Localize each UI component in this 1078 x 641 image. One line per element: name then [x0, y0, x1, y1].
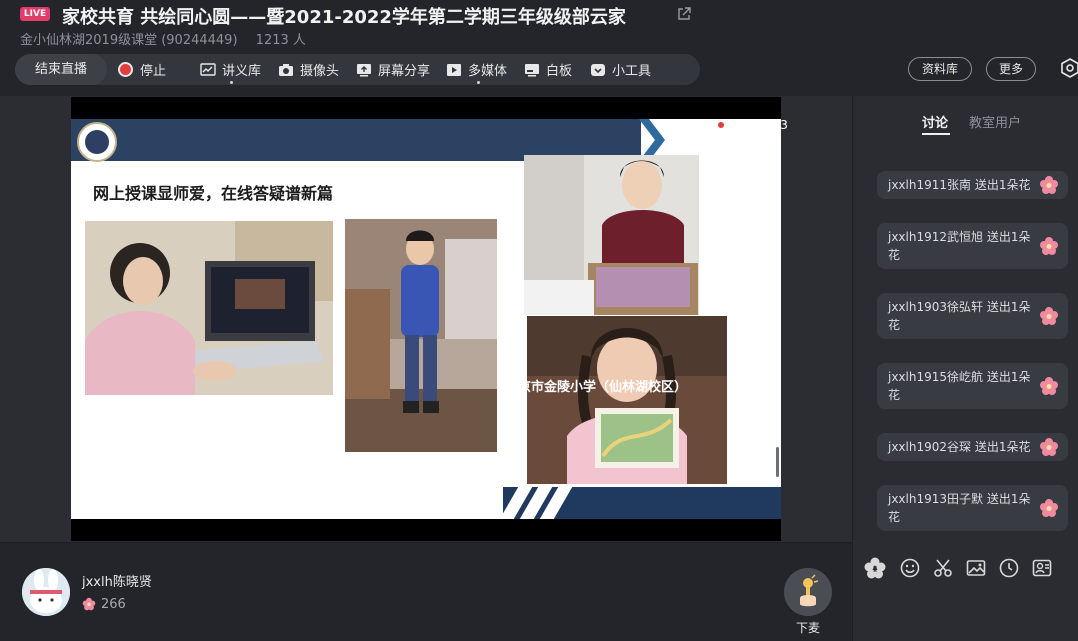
camera-label: 摄像头: [300, 64, 340, 79]
whiteboard-button[interactable]: 白板: [524, 54, 572, 85]
flower-icon: [1040, 438, 1058, 456]
school-logo: [77, 122, 117, 162]
tools-button[interactable]: 小工具: [590, 54, 651, 85]
photo-boy-standing: [345, 219, 497, 452]
flower-count: 266: [101, 597, 126, 612]
handout-button[interactable]: 讲义库: [200, 54, 261, 85]
classroom-info: 金小仙林湖2019级课堂 (90244449) 1213 人: [20, 29, 320, 48]
chat-message-text: jxxlh1915徐屹航 送出1朵花: [888, 370, 1031, 402]
presenter-bar: [0, 542, 852, 641]
tools-label: 小工具: [612, 64, 652, 79]
chat-message: jxxlh1902谷琛 送出1朵花: [877, 433, 1068, 461]
video-side-handle[interactable]: [776, 447, 779, 477]
multimedia-indicator: [477, 81, 480, 84]
multimedia-label: 多媒体: [468, 64, 508, 79]
avatar: [22, 568, 70, 616]
multimedia-button[interactable]: 多媒体: [446, 54, 507, 85]
chat-toolbar: 1: [864, 557, 1064, 579]
screen-share-button[interactable]: 屏幕分享: [356, 54, 430, 85]
svg-text:1: 1: [873, 565, 878, 574]
scissors-icon[interactable]: [932, 557, 954, 579]
leave-mic-button[interactable]: [784, 568, 832, 616]
screen-share-label: 屏幕分享: [378, 64, 431, 79]
presenter-name: jxxlh陈晓贤: [82, 575, 152, 590]
handout-label: 讲义库: [222, 64, 262, 79]
end-live-button[interactable]: 结束直播: [15, 54, 107, 85]
page-title: 家校共育 共绘同心圆——暨2021-2022学年第二学期三年级级部云家: [62, 7, 626, 28]
chat-message-text: jxxlh1911张南 送出1朵花: [888, 178, 1031, 192]
stop-record-icon: [118, 62, 133, 77]
emoji-icon[interactable]: [899, 557, 921, 579]
handout-indicator: [230, 81, 233, 84]
stop-button[interactable]: 停止: [118, 54, 166, 85]
chat-message: jxxlh1911张南 送出1朵花: [877, 171, 1068, 199]
user-manage-icon[interactable]: [1031, 557, 1053, 579]
settings-icon[interactable]: [1060, 58, 1078, 78]
multimedia-icon: [447, 63, 461, 76]
chat-message: jxxlh1903徐弘轩 送出1朵花: [877, 293, 1068, 339]
chat-message-text: jxxlh1903徐弘轩 送出1朵花: [888, 300, 1031, 332]
chat-message: jxxlh1915徐屹航 送出1朵花: [877, 363, 1068, 409]
flower-icon: [82, 597, 96, 611]
live-timer: 00:41:33: [734, 118, 788, 132]
tab-active-indicator: [922, 133, 950, 135]
tab-classroom-users[interactable]: 教室用户: [969, 112, 1021, 131]
presentation-slide: 网上授课显师爱，在线答疑谱新篇: [71, 119, 781, 519]
classroom-name: 金小仙林湖2019级课堂 (90244449): [20, 33, 238, 48]
live-badge: LIVE: [20, 7, 50, 21]
photo-girl-painting: [527, 316, 727, 484]
screen-share-icon: [357, 63, 371, 76]
chat-message: jxxlh1912武恒旭 送出1朵花: [877, 223, 1068, 269]
flower-icon: [1040, 237, 1058, 255]
camera-button[interactable]: 摄像头: [278, 54, 339, 85]
recording-dot: [718, 122, 724, 128]
photo-girl-laptop: [85, 221, 333, 395]
viewer-count: 1213 人: [255, 33, 306, 48]
flower-icon: [1040, 499, 1058, 517]
tab-discussion[interactable]: 讨论: [922, 112, 948, 131]
photo-boy-certificate: [524, 155, 699, 315]
chat-message-text: jxxlh1912武恒旭 送出1朵花: [888, 230, 1031, 262]
image-icon[interactable]: [965, 557, 987, 579]
flower-icon[interactable]: 1: [864, 557, 886, 579]
external-link-icon[interactable]: [677, 7, 691, 21]
flower-icon: [1040, 307, 1058, 325]
leave-mic-label: 下麦: [796, 621, 821, 635]
whiteboard-icon: [525, 63, 539, 76]
clock-icon[interactable]: [998, 557, 1020, 579]
tools-icon: [591, 63, 605, 76]
chat-message-text: jxxlh1913田子默 送出1朵花: [888, 492, 1031, 524]
chat-message: jxxlh1913田子默 送出1朵花: [877, 485, 1068, 531]
school-label: 南京市金陵小学（仙林湖校区）: [505, 380, 688, 395]
stop-label: 停止: [140, 64, 167, 79]
more-button[interactable]: 更多: [986, 57, 1036, 81]
chat-message-text: jxxlh1902谷琛 送出1朵花: [888, 440, 1031, 454]
camera-icon: [279, 63, 293, 76]
slide-heading: 网上授课显师爱，在线答疑谱新篇: [93, 184, 334, 203]
flower-icon: [1040, 377, 1058, 395]
library-button[interactable]: 资料库: [908, 57, 972, 81]
handout-icon: [200, 62, 216, 76]
whiteboard-label: 白板: [546, 64, 573, 79]
flower-icon: [1040, 176, 1058, 194]
